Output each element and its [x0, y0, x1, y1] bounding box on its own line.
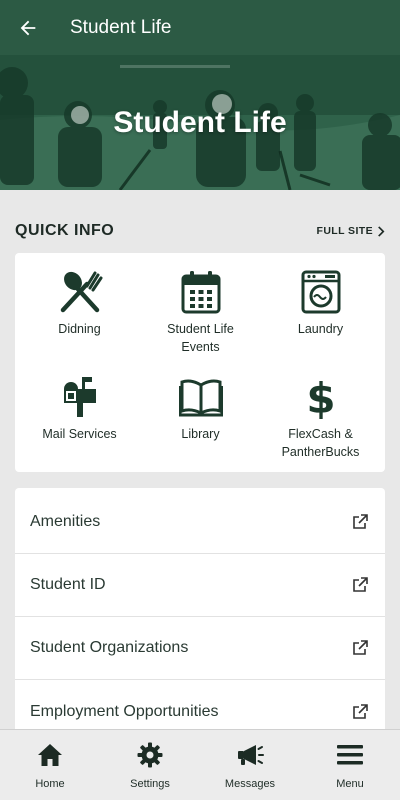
tab-home-label: Home [35, 778, 65, 790]
link-student-organizations[interactable]: Student Organizations [15, 617, 385, 680]
quick-info-student-life-events-label: Student Life Events [167, 322, 234, 354]
external-link-icon [353, 577, 368, 592]
quick-info-laundry-label: Laundry [297, 322, 344, 336]
full-site-label: FULL SITE [316, 225, 373, 237]
back-button[interactable] [0, 0, 56, 55]
tab-menu[interactable]: Menu [300, 730, 400, 800]
quick-info-library-label: Library [181, 427, 220, 441]
link-student-id[interactable]: Student ID [15, 554, 385, 617]
megaphone-icon [238, 745, 264, 765]
quick-info-heading: QUICK INFO [15, 222, 115, 239]
quick-info-library[interactable]: Library [139, 374, 262, 443]
fork-spoon-icon [60, 271, 102, 313]
quick-info-mail-services-label: Mail Services [42, 427, 117, 441]
svg-text:$: $ [306, 375, 335, 419]
app-bar-title: Student Life [70, 16, 172, 38]
link-employment-opportunities[interactable]: Employment Opportunities [15, 680, 385, 733]
tab-menu-label: Menu [336, 778, 364, 790]
quick-info-dining[interactable]: Didning [18, 269, 141, 338]
full-site-link[interactable]: FULL SITE [317, 225, 386, 237]
open-book-icon [178, 379, 223, 417]
hero-title: Student Life [113, 105, 287, 139]
tab-messages-label: Messages [224, 778, 276, 790]
quick-info-header: QUICK INFO FULL SITE [15, 218, 385, 244]
hamburger-icon [337, 745, 363, 765]
tab-messages[interactable]: Messages [200, 730, 300, 800]
quick-info-laundry[interactable]: Laundry [259, 269, 382, 338]
links-card: Amenities Student ID Student Organizatio… [15, 488, 385, 733]
app-bar: Student Life [0, 0, 400, 55]
quick-info-flexcash[interactable]: $ FlexCash & PantherBucks [259, 374, 382, 461]
link-student-organizations-label: Student Organizations [30, 639, 189, 656]
calendar-icon [181, 271, 220, 314]
quick-info-dining-label: Didning [58, 322, 101, 336]
tab-settings[interactable]: Settings [100, 730, 200, 800]
quick-info-student-life-events[interactable]: Student Life Events [139, 269, 262, 356]
gear-icon [137, 742, 163, 768]
bottom-tab-bar: Home Settings Messages Menu [0, 729, 400, 800]
chevron-right-icon [378, 225, 385, 237]
external-link-icon [353, 640, 368, 655]
quick-info-mail-services[interactable]: Mail Services [18, 374, 141, 443]
hero-banner: Student Life [0, 55, 400, 190]
link-student-id-label: Student ID [30, 576, 106, 593]
home-icon [38, 744, 62, 766]
external-link-icon [353, 703, 368, 719]
quick-info-flexcash-label: FlexCash & PantherBucks [281, 427, 360, 459]
dollar-icon: $ [306, 375, 335, 419]
link-employment-opportunities-label: Employment Opportunities [30, 702, 219, 720]
link-amenities-label: Amenities [30, 513, 101, 530]
back-arrow-icon [20, 20, 36, 35]
washing-machine-icon [301, 270, 340, 314]
external-link-icon [353, 514, 368, 529]
tab-home[interactable]: Home [0, 730, 100, 800]
link-amenities[interactable]: Amenities [15, 491, 385, 554]
quick-info-card: Didning Student Life Events Laundry Mail… [15, 253, 385, 472]
mailbox-icon [63, 377, 96, 417]
tab-settings-label: Settings [130, 778, 170, 790]
